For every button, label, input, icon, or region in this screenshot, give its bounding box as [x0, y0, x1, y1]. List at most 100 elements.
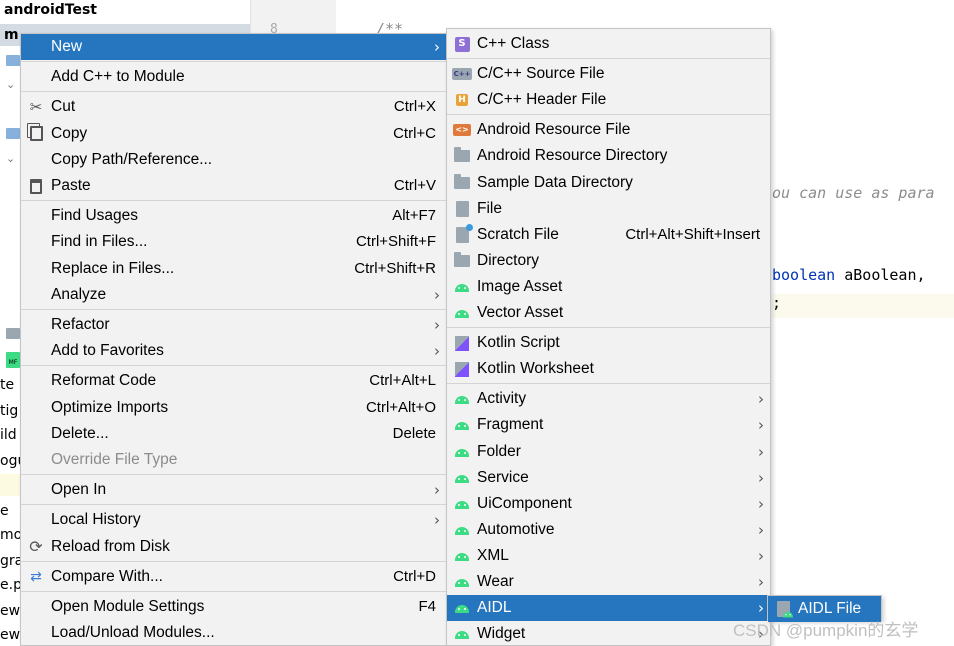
menu-item-kotlin-script[interactable]: Kotlin Script: [447, 330, 770, 356]
chevron-right-icon: ›: [758, 468, 764, 487]
menu-item-cut[interactable]: ✂ Cut Ctrl+X: [21, 94, 446, 120]
shortcut-label: Ctrl+Shift+F: [355, 233, 436, 251]
tree-item[interactable]: tig: [0, 398, 22, 424]
menu-item-label: Activity: [477, 390, 527, 408]
menu-item-aidl[interactable]: AIDL ›: [447, 595, 770, 622]
menu-item-replace-in-files[interactable]: Replace in Files... Ctrl+Shift+R: [21, 256, 446, 282]
menu-item-scratch-file[interactable]: Scratch File Ctrl+Alt+Shift+Insert: [447, 222, 770, 248]
copy-icon: [27, 125, 45, 143]
menu-item-add-c-to-module[interactable]: Add C++ to Module: [21, 64, 446, 90]
menu-item-new[interactable]: New ›: [21, 34, 446, 60]
chevron-right-icon: ›: [758, 520, 764, 539]
menu-item-automotive[interactable]: Automotive ›: [447, 517, 770, 543]
menu-item-find-in-files[interactable]: Find in Files... Ctrl+Shift+F: [21, 229, 446, 255]
menu-item-label: Reformat Code: [51, 372, 157, 390]
menu-item-c-c-header-file[interactable]: H C/C++ Header File: [447, 87, 770, 113]
menu-item-optimize-imports[interactable]: Optimize Imports Ctrl+Alt+O: [21, 395, 446, 421]
menu-item-android-resource-directory[interactable]: Android Resource Directory: [447, 143, 770, 169]
project-root-label[interactable]: androidTest: [4, 0, 97, 20]
menu-item-refactor[interactable]: Refactor ›: [21, 312, 446, 338]
menu-item-override-file-type: Override File Type: [21, 447, 446, 473]
menu-item-uicomponent[interactable]: UiComponent ›: [447, 491, 770, 517]
menu-item-vector-asset[interactable]: Vector Asset: [447, 300, 770, 326]
tree-item[interactable]: e: [0, 498, 22, 524]
tree-chevron-icon[interactable]: ⌄: [6, 78, 15, 91]
resource-file-icon: <>: [453, 124, 471, 137]
tree-item[interactable]: ew: [0, 598, 22, 624]
shortcut-label: Ctrl+D: [393, 567, 436, 585]
menu-item-label: XML: [477, 546, 509, 564]
tree-item[interactable]: ogu: [0, 448, 22, 474]
menu-separator: [21, 91, 446, 93]
menu-item-fragment[interactable]: Fragment ›: [447, 412, 770, 438]
tree-item[interactable]: ew: [0, 622, 22, 646]
menu-item-copy-path-reference[interactable]: Copy Path/Reference...: [21, 147, 446, 173]
menu-item-reload-from-disk[interactable]: ⟳ Reload from Disk: [21, 534, 446, 560]
android-icon: [453, 625, 471, 643]
menu-item-label: Automotive: [477, 520, 555, 538]
android-icon: [453, 495, 471, 513]
menu-item-c-class[interactable]: S C++ Class: [447, 31, 770, 57]
menu-item-image-asset[interactable]: Image Asset: [447, 274, 770, 300]
menu-item-service[interactable]: Service ›: [447, 465, 770, 491]
cpp-header-icon: H: [456, 94, 468, 107]
tree-item[interactable]: gra: [0, 548, 22, 574]
menu-item-find-usages[interactable]: Find Usages Alt+F7: [21, 203, 446, 229]
menu-separator: [21, 591, 446, 593]
menu-separator: [21, 504, 446, 506]
menu-item-android-resource-file[interactable]: <> Android Resource File: [447, 117, 770, 143]
tree-item[interactable]: ild: [0, 422, 22, 448]
menu-item-label: Find Usages: [51, 207, 139, 225]
menu-item-file[interactable]: File: [447, 196, 770, 222]
menu-item-folder[interactable]: Folder ›: [447, 439, 770, 465]
menu-item-activity[interactable]: Activity ›: [447, 386, 770, 412]
shortcut-label: Ctrl+V: [393, 177, 436, 194]
tree-item[interactable]: mor: [0, 522, 22, 548]
menu-separator: [21, 560, 446, 563]
menu-item-open-module-settings[interactable]: Open Module Settings F4: [21, 594, 446, 620]
menu-item-label: Fragment: [477, 416, 544, 434]
tree-highlight-row: [0, 474, 22, 496]
menu-item-wear[interactable]: Wear ›: [447, 569, 770, 595]
menu-item-kotlin-worksheet[interactable]: Kotlin Worksheet: [447, 356, 770, 382]
menu-item-label: New: [51, 38, 83, 55]
chevron-right-icon: ›: [434, 285, 440, 304]
menu-item-load-unload-modules[interactable]: Load/Unload Modules...: [21, 620, 446, 646]
tree-item[interactable]: te: [0, 372, 22, 398]
scratch-file-icon: [453, 223, 473, 244]
tree-manifest-icon: MF: [6, 352, 20, 368]
menu-item-compare-with[interactable]: ⇄ Compare With... Ctrl+D: [21, 564, 446, 590]
android-icon: [453, 599, 471, 617]
menu-item-label: Add C++ to Module: [51, 68, 185, 86]
menu-item-reformat-code[interactable]: Reformat Code Ctrl+Alt+L: [21, 368, 446, 394]
menu-item-open-in[interactable]: Open In ›: [21, 477, 446, 503]
code-current-line: ;: [772, 294, 954, 318]
tree-item[interactable]: e.p: [0, 572, 22, 598]
android-icon: [453, 390, 471, 408]
menu-item-c-c-source-file[interactable]: C++ C/C++ Source File: [447, 61, 770, 87]
tree-chevron-icon[interactable]: ⌄: [6, 152, 15, 165]
menu-separator: [447, 383, 770, 385]
menu-item-copy[interactable]: Copy Ctrl+C: [21, 121, 446, 147]
menu-item-local-history[interactable]: Local History ›: [21, 507, 446, 533]
menu-item-label: C/C++ Source File: [477, 65, 605, 83]
menu-item-label: Paste: [51, 177, 91, 194]
menu-item-paste[interactable]: Paste Ctrl+V: [21, 173, 446, 199]
shortcut-label: Ctrl+Alt+O: [365, 398, 436, 416]
menu-item-sample-data-directory[interactable]: Sample Data Directory: [447, 170, 770, 196]
chevron-right-icon: ›: [758, 494, 764, 513]
menu-item-analyze[interactable]: Analyze ›: [21, 282, 446, 308]
menu-separator: [447, 327, 770, 329]
chevron-right-icon: ›: [434, 316, 440, 334]
tree-folder-icon: [6, 128, 20, 139]
menu-item-widget[interactable]: Widget ›: [447, 621, 770, 646]
menu-item-label: Add to Favorites: [51, 342, 164, 360]
shortcut-label: Alt+F7: [392, 207, 436, 225]
android-icon: [453, 278, 471, 296]
menu-item-directory[interactable]: Directory: [447, 248, 770, 274]
menu-item-label: Replace in Files...: [51, 259, 175, 277]
menu-item-add-to-favorites[interactable]: Add to Favorites ›: [21, 338, 446, 364]
menu-item-delete[interactable]: Delete... Delete: [21, 421, 446, 447]
menu-item-label: Compare With...: [51, 567, 163, 585]
menu-item-xml[interactable]: XML ›: [447, 543, 770, 569]
